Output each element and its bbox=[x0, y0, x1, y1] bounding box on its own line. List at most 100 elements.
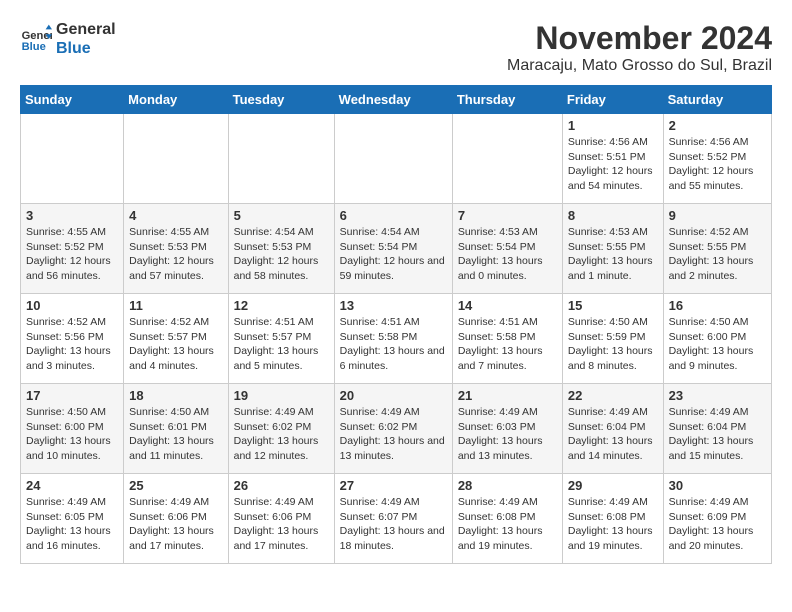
day-info: Sunrise: 4:49 AM Sunset: 6:07 PM Dayligh… bbox=[340, 495, 447, 554]
day-cell: 2Sunrise: 4:56 AM Sunset: 5:52 PM Daylig… bbox=[663, 114, 771, 204]
day-number: 24 bbox=[26, 478, 118, 493]
day-number: 19 bbox=[234, 388, 329, 403]
day-number: 26 bbox=[234, 478, 329, 493]
day-cell bbox=[124, 114, 228, 204]
day-cell: 17 Sunrise: 4:50 AM Sunset: 6:00 PM Dayli… bbox=[21, 384, 124, 474]
day-cell bbox=[228, 114, 334, 204]
day-number: 17 bbox=[26, 388, 118, 403]
day-number: 13 bbox=[340, 298, 447, 313]
day-cell: 30 Sunrise: 4:49 AM Sunset: 6:09 PM Dayli… bbox=[663, 474, 771, 564]
week-row-2: 10Sunrise: 4:52 AM Sunset: 5:56 PM Dayli… bbox=[21, 294, 772, 384]
day-info: Sunrise: 4:53 AM Sunset: 5:54 PM Dayligh… bbox=[458, 225, 557, 284]
day-number: 14 bbox=[458, 298, 557, 313]
day-info: Sunrise: 4:56 AM Sunset: 5:51 PM Dayligh… bbox=[568, 135, 658, 194]
day-info: Sunrise: 4:53 AM Sunset: 5:55 PM Dayligh… bbox=[568, 225, 658, 284]
week-row-4: 24 Sunrise: 4:49 AM Sunset: 6:05 PM Dayli… bbox=[21, 474, 772, 564]
day-info: Sunrise: 4:49 AM Sunset: 6:05 PM Dayligh… bbox=[26, 495, 118, 554]
day-number: 29 bbox=[568, 478, 658, 493]
day-cell bbox=[21, 114, 124, 204]
logo-text-general: General bbox=[56, 20, 116, 39]
day-cell: 28Sunrise: 4:49 AM Sunset: 6:08 PM Dayli… bbox=[452, 474, 562, 564]
day-cell: 16Sunrise: 4:50 AM Sunset: 6:00 PM Dayli… bbox=[663, 294, 771, 384]
day-info: Sunrise: 4:52 AM Sunset: 5:57 PM Dayligh… bbox=[129, 315, 222, 374]
day-number: 7 bbox=[458, 208, 557, 223]
day-number: 5 bbox=[234, 208, 329, 223]
day-number: 9 bbox=[669, 208, 766, 223]
day-number: 30 bbox=[669, 478, 766, 493]
title-area: November 2024 Maracaju, Mato Grosso do S… bbox=[507, 20, 772, 75]
day-number: 20 bbox=[340, 388, 447, 403]
day-number: 21 bbox=[458, 388, 557, 403]
header-cell-wednesday: Wednesday bbox=[334, 86, 452, 114]
day-number: 6 bbox=[340, 208, 447, 223]
day-number: 3 bbox=[26, 208, 118, 223]
day-info: Sunrise: 4:51 AM Sunset: 5:58 PM Dayligh… bbox=[458, 315, 557, 374]
day-info: Sunrise: 4:54 AM Sunset: 5:53 PM Dayligh… bbox=[234, 225, 329, 284]
day-info: Sunrise: 4:49 AM Sunset: 6:03 PM Dayligh… bbox=[458, 405, 557, 464]
day-cell: 29 Sunrise: 4:49 AM Sunset: 6:08 PM Dayli… bbox=[562, 474, 663, 564]
day-cell: 3 Sunrise: 4:55 AM Sunset: 5:52 PM Daylig… bbox=[21, 204, 124, 294]
day-number: 4 bbox=[129, 208, 222, 223]
day-cell: 4 Sunrise: 4:55 AM Sunset: 5:53 PM Daylig… bbox=[124, 204, 228, 294]
day-number: 11 bbox=[129, 298, 222, 313]
day-number: 27 bbox=[340, 478, 447, 493]
calendar-table: SundayMondayTuesdayWednesdayThursdayFrid… bbox=[20, 85, 772, 564]
day-info: Sunrise: 4:54 AM Sunset: 5:54 PM Dayligh… bbox=[340, 225, 447, 284]
day-cell: 26 Sunrise: 4:49 AM Sunset: 6:06 PM Dayli… bbox=[228, 474, 334, 564]
day-number: 2 bbox=[669, 118, 766, 133]
day-cell: 11 Sunrise: 4:52 AM Sunset: 5:57 PM Dayli… bbox=[124, 294, 228, 384]
day-number: 15 bbox=[568, 298, 658, 313]
day-info: Sunrise: 4:51 AM Sunset: 5:57 PM Dayligh… bbox=[234, 315, 329, 374]
day-info: Sunrise: 4:50 AM Sunset: 6:00 PM Dayligh… bbox=[26, 405, 118, 464]
calendar-body: 1 Sunrise: 4:56 AM Sunset: 5:51 PM Daylig… bbox=[21, 114, 772, 564]
day-number: 16 bbox=[669, 298, 766, 313]
day-cell: 12 Sunrise: 4:51 AM Sunset: 5:57 PM Dayli… bbox=[228, 294, 334, 384]
day-info: Sunrise: 4:52 AM Sunset: 5:55 PM Dayligh… bbox=[669, 225, 766, 284]
day-cell: 22Sunrise: 4:49 AM Sunset: 6:04 PM Dayli… bbox=[562, 384, 663, 474]
header-cell-sunday: Sunday bbox=[21, 86, 124, 114]
day-info: Sunrise: 4:49 AM Sunset: 6:02 PM Dayligh… bbox=[234, 405, 329, 464]
header-cell-monday: Monday bbox=[124, 86, 228, 114]
logo-text-blue: Blue bbox=[56, 39, 116, 58]
day-cell: 23Sunrise: 4:49 AM Sunset: 6:04 PM Dayli… bbox=[663, 384, 771, 474]
calendar-header: SundayMondayTuesdayWednesdayThursdayFrid… bbox=[21, 86, 772, 114]
day-info: Sunrise: 4:49 AM Sunset: 6:06 PM Dayligh… bbox=[129, 495, 222, 554]
header-cell-tuesday: Tuesday bbox=[228, 86, 334, 114]
day-info: Sunrise: 4:50 AM Sunset: 6:01 PM Dayligh… bbox=[129, 405, 222, 464]
day-cell: 9 Sunrise: 4:52 AM Sunset: 5:55 PM Daylig… bbox=[663, 204, 771, 294]
svg-text:Blue: Blue bbox=[22, 41, 46, 53]
day-info: Sunrise: 4:49 AM Sunset: 6:06 PM Dayligh… bbox=[234, 495, 329, 554]
month-title: November 2024 bbox=[507, 20, 772, 57]
week-row-0: 1 Sunrise: 4:56 AM Sunset: 5:51 PM Daylig… bbox=[21, 114, 772, 204]
header-cell-friday: Friday bbox=[562, 86, 663, 114]
header-cell-thursday: Thursday bbox=[452, 86, 562, 114]
header-row: SundayMondayTuesdayWednesdayThursdayFrid… bbox=[21, 86, 772, 114]
day-cell: 19 Sunrise: 4:49 AM Sunset: 6:02 PM Dayli… bbox=[228, 384, 334, 474]
day-info: Sunrise: 4:55 AM Sunset: 5:53 PM Dayligh… bbox=[129, 225, 222, 284]
day-number: 12 bbox=[234, 298, 329, 313]
day-cell: 6 Sunrise: 4:54 AM Sunset: 5:54 PM Daylig… bbox=[334, 204, 452, 294]
logo: General Blue General Blue bbox=[20, 20, 116, 58]
day-cell: 24 Sunrise: 4:49 AM Sunset: 6:05 PM Dayli… bbox=[21, 474, 124, 564]
day-number: 28 bbox=[458, 478, 557, 493]
day-cell: 8 Sunrise: 4:53 AM Sunset: 5:55 PM Daylig… bbox=[562, 204, 663, 294]
day-cell: 13Sunrise: 4:51 AM Sunset: 5:58 PM Dayli… bbox=[334, 294, 452, 384]
day-cell: 15Sunrise: 4:50 AM Sunset: 5:59 PM Dayli… bbox=[562, 294, 663, 384]
day-number: 10 bbox=[26, 298, 118, 313]
header-cell-saturday: Saturday bbox=[663, 86, 771, 114]
week-row-3: 17 Sunrise: 4:50 AM Sunset: 6:00 PM Dayli… bbox=[21, 384, 772, 474]
day-cell: 21 Sunrise: 4:49 AM Sunset: 6:03 PM Dayli… bbox=[452, 384, 562, 474]
day-number: 23 bbox=[669, 388, 766, 403]
day-info: Sunrise: 4:49 AM Sunset: 6:04 PM Dayligh… bbox=[568, 405, 658, 464]
day-info: Sunrise: 4:49 AM Sunset: 6:02 PM Dayligh… bbox=[340, 405, 447, 464]
day-cell: 27 Sunrise: 4:49 AM Sunset: 6:07 PM Dayli… bbox=[334, 474, 452, 564]
day-number: 8 bbox=[568, 208, 658, 223]
day-info: Sunrise: 4:49 AM Sunset: 6:08 PM Dayligh… bbox=[568, 495, 658, 554]
day-number: 1 bbox=[568, 118, 658, 133]
day-info: Sunrise: 4:55 AM Sunset: 5:52 PM Dayligh… bbox=[26, 225, 118, 284]
day-cell: 25Sunrise: 4:49 AM Sunset: 6:06 PM Dayli… bbox=[124, 474, 228, 564]
day-cell: 10Sunrise: 4:52 AM Sunset: 5:56 PM Dayli… bbox=[21, 294, 124, 384]
day-cell: 5 Sunrise: 4:54 AM Sunset: 5:53 PM Daylig… bbox=[228, 204, 334, 294]
day-info: Sunrise: 4:49 AM Sunset: 6:09 PM Dayligh… bbox=[669, 495, 766, 554]
day-cell: 20 Sunrise: 4:49 AM Sunset: 6:02 PM Dayli… bbox=[334, 384, 452, 474]
